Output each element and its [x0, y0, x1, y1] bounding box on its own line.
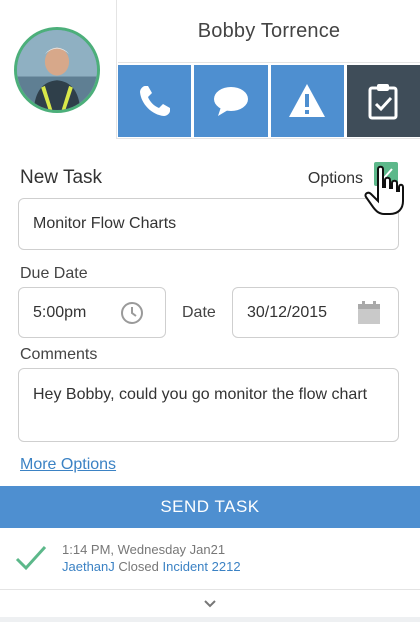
contact-name: Bobby Torrence	[197, 19, 341, 42]
calendar-icon[interactable]	[356, 300, 382, 331]
contact-header: Bobby Torrence	[0, 0, 420, 139]
more-options-link[interactable]: More Options	[20, 456, 116, 474]
call-button[interactable]	[118, 65, 192, 137]
alert-button[interactable]	[270, 65, 344, 137]
avatar-cell	[0, 0, 117, 139]
chevron-down-icon	[204, 600, 216, 608]
activity-target-link[interactable]: Incident 2212	[162, 559, 240, 574]
clock-icon[interactable]	[119, 300, 145, 331]
contact-name-cell: Bobby Torrence	[118, 0, 420, 63]
date-label: Date	[182, 304, 216, 321]
form-title-row: New Task Options	[20, 162, 400, 193]
clipboard-check-icon	[368, 84, 398, 120]
due-time-value: 5:00pm	[33, 303, 87, 321]
activity-item: 1:14 PM, Wednesday Jan21 JaethanJ Closed…	[0, 528, 420, 590]
message-button[interactable]	[194, 65, 268, 137]
contact-actions	[118, 65, 420, 137]
expand-activity-button[interactable]	[0, 591, 420, 617]
warning-icon	[289, 84, 326, 117]
task-title-value: Monitor Flow Charts	[33, 215, 177, 232]
comments-value: Hey Bobby, could you go monitor the flow…	[33, 386, 368, 403]
task-button[interactable]	[346, 65, 420, 137]
options-label: Options	[307, 170, 363, 187]
chat-bubble-icon	[213, 87, 248, 116]
date-value: 30/12/2015	[247, 303, 328, 321]
activity-action: Closed	[118, 559, 159, 574]
comments-textarea[interactable]: Hey Bobby, could you go monitor the flow…	[18, 368, 399, 442]
check-icon	[15, 545, 47, 571]
date-input[interactable]: 30/12/2015	[232, 287, 399, 338]
activity-timestamp: 1:14 PM, Wednesday Jan21	[62, 542, 226, 557]
avatar-photo	[17, 30, 97, 110]
bottom-divider	[0, 617, 420, 622]
due-date-label: Due Date	[20, 265, 88, 282]
send-task-button[interactable]: SEND TASK	[0, 486, 420, 528]
avatar[interactable]	[14, 27, 100, 113]
due-time-input[interactable]: 5:00pm	[18, 287, 166, 338]
hand-cursor-icon	[364, 165, 404, 215]
phone-icon	[139, 86, 170, 116]
task-title-input[interactable]: Monitor Flow Charts	[18, 198, 399, 250]
activity-user-link[interactable]: JaethanJ	[62, 559, 115, 574]
comments-label: Comments	[20, 346, 98, 363]
form-title: New Task	[20, 167, 103, 188]
activity-description: JaethanJ Closed Incident 2212	[62, 559, 241, 574]
